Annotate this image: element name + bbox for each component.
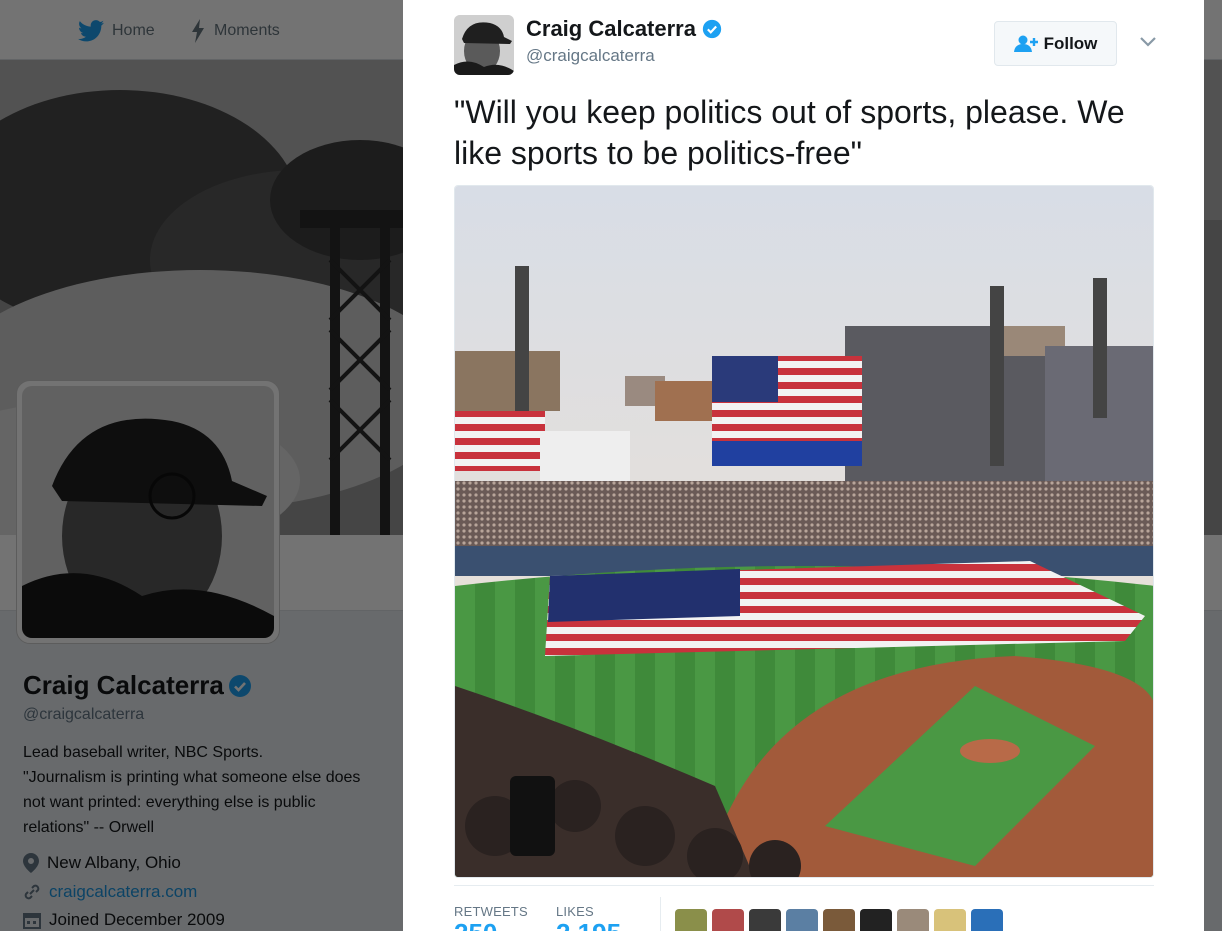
stadium-photo-icon	[455, 186, 1153, 877]
profile-bio: Lead baseball writer, NBC Sports. "Journ…	[23, 744, 361, 836]
liker-avatar[interactable]	[897, 909, 929, 931]
follow-button-label: Follow	[1043, 33, 1098, 53]
profile-handle[interactable]: @craigcalcaterra	[23, 706, 144, 724]
profile-avatar[interactable]	[16, 380, 280, 644]
liker-avatar[interactable]	[712, 909, 744, 931]
profile-name-text: Craig Calcaterra	[23, 670, 224, 700]
profile-location: New Albany, Ohio	[23, 853, 181, 873]
liker-avatar[interactable]	[934, 909, 966, 931]
liker-avatar[interactable]	[971, 909, 1003, 931]
profile-joined-text: Joined December 2009	[49, 910, 225, 929]
calendar-icon	[23, 913, 41, 929]
nav-home[interactable]: Home	[78, 18, 155, 44]
tweet-photo[interactable]	[454, 185, 1154, 878]
liker-avatar[interactable]	[860, 909, 892, 931]
tweet-author-name[interactable]: Craig Calcaterra	[526, 16, 722, 42]
likes-count[interactable]: 2,195	[556, 918, 621, 931]
tweet-author-avatar[interactable]	[454, 15, 514, 75]
lightning-icon	[192, 19, 204, 43]
tweet-author-handle[interactable]: @craigcalcaterra	[526, 46, 655, 66]
tweet-options-menu[interactable]	[1138, 32, 1158, 52]
profile-joined: Joined December 2009	[23, 910, 225, 930]
likes-label[interactable]: LIKES	[556, 904, 594, 919]
tweet-modal: Craig Calcaterra @craigcalcaterra Follow…	[403, 0, 1204, 931]
profile-location-text: New Albany, Ohio	[47, 853, 181, 872]
twitter-bird-icon	[78, 20, 104, 42]
liker-avatar[interactable]	[823, 909, 855, 931]
tweet-text: "Will you keep politics out of sports, p…	[454, 94, 1125, 171]
liker-avatars	[675, 909, 1003, 931]
nav-moments-label: Moments	[214, 22, 280, 39]
add-user-icon	[1013, 35, 1038, 52]
verified-badge-icon	[228, 674, 251, 697]
location-pin-icon	[23, 853, 39, 873]
stats-divider	[454, 885, 1154, 886]
retweets-count[interactable]: 250	[454, 918, 497, 931]
liker-avatar[interactable]	[786, 909, 818, 931]
liker-avatar[interactable]	[675, 909, 707, 931]
stats-separator	[660, 897, 661, 931]
profile-name: Craig Calcaterra	[23, 670, 252, 701]
link-icon	[24, 884, 40, 900]
retweets-label[interactable]: RETWEETS	[454, 904, 528, 919]
follow-button[interactable]: Follow	[994, 21, 1117, 66]
profile-url-text[interactable]: craigcalcaterra.com	[49, 882, 197, 902]
chevron-down-icon	[1140, 37, 1156, 47]
liker-avatar[interactable]	[749, 909, 781, 931]
nav-moments[interactable]: Moments	[190, 18, 280, 44]
nav-home-label: Home	[112, 22, 155, 39]
tweet-author-name-text[interactable]: Craig Calcaterra	[526, 16, 696, 42]
profile-url[interactable]: craigcalcaterra.com	[23, 882, 197, 902]
verified-badge-icon	[702, 19, 722, 39]
